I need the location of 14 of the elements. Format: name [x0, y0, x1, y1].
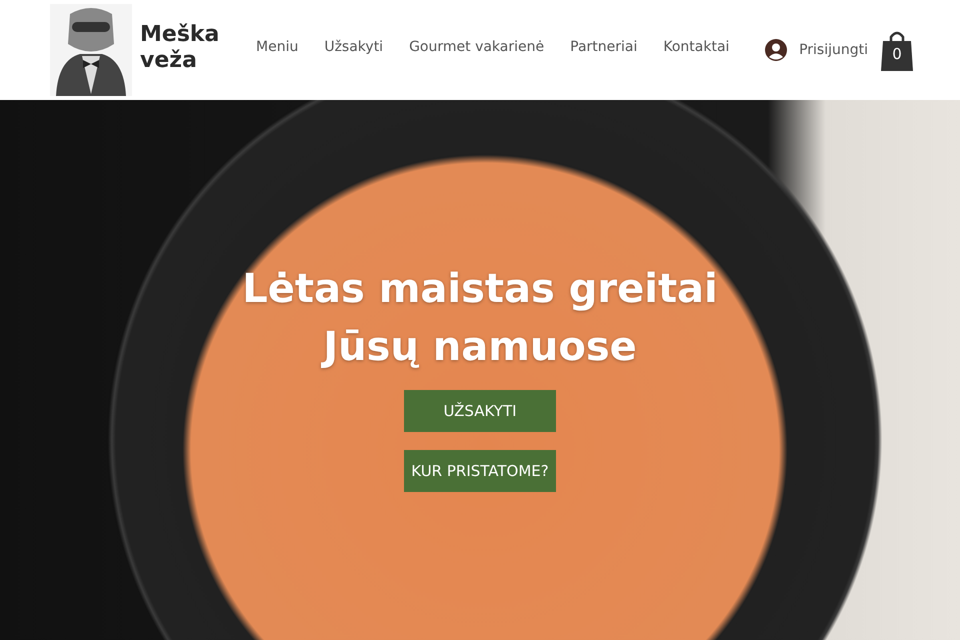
nav-link[interactable]: Užsakyti	[324, 39, 384, 55]
cta-button[interactable]: KUR PRISTATOME?	[404, 450, 556, 492]
cta-button[interactable]: UŽSAKYTI	[404, 390, 556, 432]
login-link[interactable]: Prisijungti	[765, 39, 868, 61]
nav-link[interactable]: Kontaktai	[663, 39, 730, 55]
nav-link[interactable]: Partneriai	[570, 39, 638, 55]
cart-count: 0	[891, 45, 903, 63]
shopping-bag-button[interactable]: 0	[880, 29, 914, 71]
nav-link[interactable]: Meniu	[256, 39, 298, 55]
nav-link[interactable]: Gourmet vakarienė	[409, 39, 544, 55]
user-avatar-icon	[765, 39, 788, 61]
shopping-bag-icon	[880, 29, 914, 71]
hero-headline: Lėtas maistas greitai Jūsų namuose	[242, 265, 718, 372]
brand-name: Meška veža	[140, 22, 220, 74]
